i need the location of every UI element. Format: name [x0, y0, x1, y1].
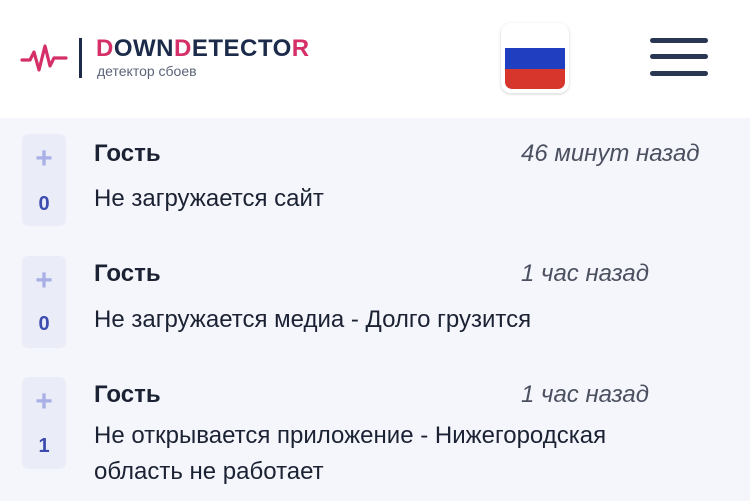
menu-bar-middle [650, 54, 708, 59]
brand-logo[interactable]: DOWNDETECTOR [96, 36, 310, 62]
upvote-button[interactable]: + 1 [22, 377, 66, 469]
russia-flag-icon [505, 27, 565, 48]
header: DOWNDETECTOR детектор сбоев [0, 0, 750, 118]
menu-bar-top [650, 38, 708, 43]
comment-time: 1 час назад [521, 260, 649, 287]
brand-part-2: OWN [113, 35, 174, 62]
vote-count: 0 [38, 313, 50, 335]
upvote-button[interactable]: + 0 [22, 256, 66, 348]
flag-stripe-red [505, 69, 565, 89]
comment-author: Гость [94, 260, 161, 287]
menu-bar-bottom [650, 71, 708, 76]
comment-time: 46 минут назад [521, 140, 700, 167]
plus-icon: + [35, 385, 53, 418]
vote-count: 0 [38, 193, 50, 215]
pulse-icon[interactable] [20, 40, 68, 78]
upvote-button[interactable]: + 0 [22, 134, 66, 226]
plus-icon: + [35, 264, 53, 297]
brand-part-1: D [96, 35, 114, 62]
logo-divider [79, 38, 82, 78]
hamburger-menu-icon[interactable] [650, 36, 708, 80]
comment-text: Не открывается приложение - Нижегородска… [94, 422, 607, 485]
vote-count: 1 [38, 435, 50, 457]
comment-author: Гость [94, 381, 161, 408]
comment-time: 1 час назад [521, 381, 649, 408]
comment-text: Не загружается медиа - Долго грузится [94, 306, 532, 333]
brand-part-3: D [174, 35, 192, 62]
plus-icon: + [35, 142, 53, 175]
brand-tagline: детектор сбоев [97, 63, 197, 79]
flag-stripe-blue [505, 48, 565, 69]
brand-part-5: R [291, 35, 310, 62]
country-selector-button[interactable] [501, 23, 569, 93]
comment-text: Не загружается сайт [94, 185, 324, 212]
brand-part-4: ETECTO [191, 35, 292, 62]
comment-author: Гость [94, 140, 161, 167]
